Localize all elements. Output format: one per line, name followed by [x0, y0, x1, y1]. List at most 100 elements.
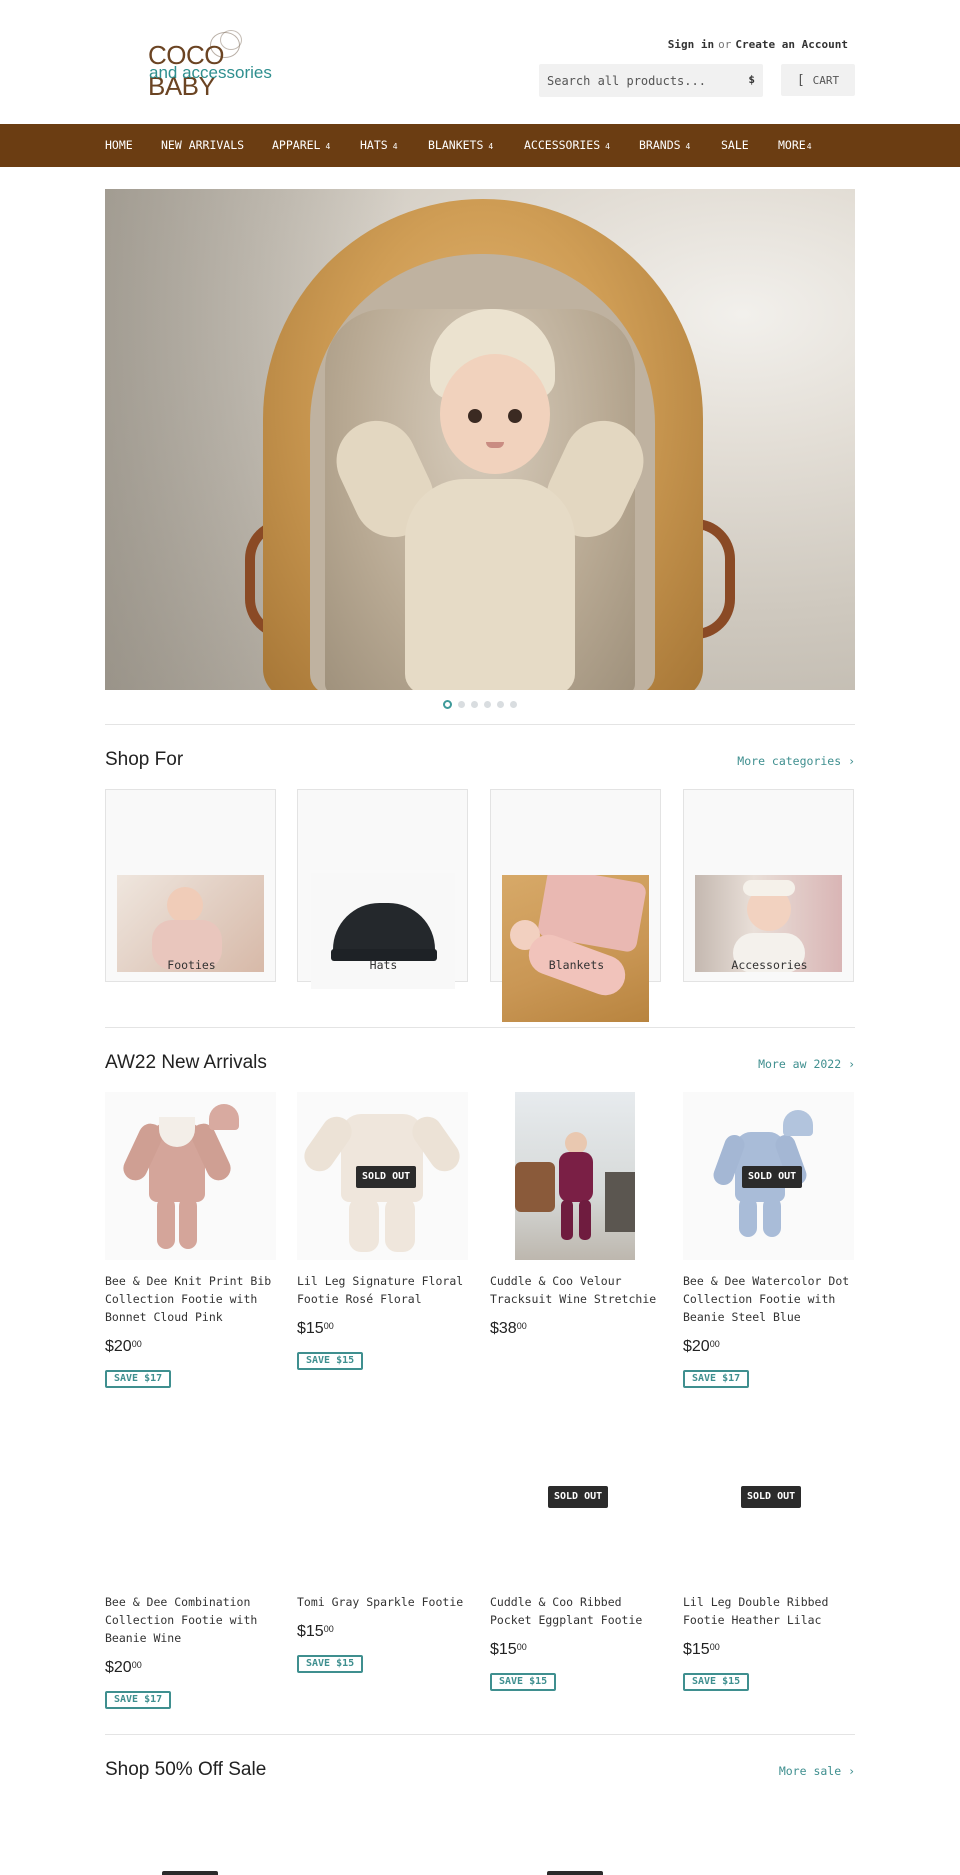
more-categories-link[interactable]: More categories ›: [737, 754, 855, 768]
product-title[interactable]: Bee & Dee Combination Collection Footie …: [105, 1593, 280, 1647]
save-badge: SAVE $17: [105, 1370, 172, 1388]
baby-body: [405, 479, 575, 690]
slideshow-pagination: [0, 700, 960, 710]
tracksuit-leg: [561, 1200, 573, 1240]
product-title[interactable]: Bee & Dee Watercolor Dot Collection Foot…: [683, 1272, 858, 1326]
more-sale-link[interactable]: More sale ›: [779, 1764, 855, 1778]
nav-item-home[interactable]: HOME: [105, 138, 133, 152]
product-price: $3800: [490, 1320, 527, 1337]
nav-item-blankets[interactable]: BLANKETS 4: [428, 138, 493, 152]
nav-item-more[interactable]: MORE4: [778, 138, 812, 152]
sale-title: Shop 50% Off Sale: [105, 1759, 267, 1780]
sold-out-badge-partial: [547, 1871, 603, 1875]
category-card-accessories[interactable]: Accessories: [683, 789, 854, 982]
category-image: [502, 875, 649, 1022]
account-links: Sign in or Create an Account: [668, 38, 848, 51]
nav-item-apparel[interactable]: APPAREL 4: [272, 138, 330, 152]
product-title[interactable]: Cuddle & Coo Velour Tracksuit Wine Stret…: [490, 1272, 665, 1308]
cart-icon: [: [796, 72, 805, 88]
product-price: $2000: [683, 1338, 720, 1355]
category-card-hats[interactable]: Hats: [297, 789, 468, 989]
category-label: Hats: [369, 958, 398, 972]
shop-for-title: Shop For: [105, 749, 184, 770]
save-badge: SAVE $15: [683, 1673, 750, 1691]
or-text: or: [718, 38, 732, 51]
divider: [105, 1734, 855, 1735]
product-title[interactable]: Lil Leg Double Ribbed Footie Heather Lil…: [683, 1593, 858, 1629]
product-title[interactable]: Bee & Dee Knit Print Bib Collection Foot…: [105, 1272, 280, 1326]
new-arrivals-title: AW22 New Arrivals: [105, 1052, 267, 1073]
nav-item-new-arrivals[interactable]: NEW ARRIVALS: [161, 138, 244, 152]
logo-sub-text: and accessories: [149, 63, 272, 82]
more-aw-2022-link[interactable]: More aw 2022 ›: [758, 1057, 855, 1071]
footie-leg: [349, 1197, 379, 1252]
hero-slideshow[interactable]: [105, 189, 855, 690]
sold-out-badge: SOLD OUT: [548, 1486, 609, 1508]
save-badge: SAVE $15: [297, 1352, 364, 1370]
tracksuit: [559, 1152, 593, 1202]
search-icon[interactable]: $: [748, 73, 755, 86]
footie-body: [341, 1114, 423, 1202]
baby-face: [440, 354, 550, 474]
nav-item-sale[interactable]: SALE: [721, 138, 749, 152]
bonnet: [209, 1104, 239, 1130]
product-title[interactable]: Cuddle & Coo Ribbed Pocket Eggplant Foot…: [490, 1593, 665, 1629]
slide-dot[interactable]: [484, 701, 491, 708]
product-price: $1500: [490, 1641, 527, 1658]
slide-dot[interactable]: [497, 701, 504, 708]
nav-item-hats[interactable]: HATS 4: [360, 138, 398, 152]
caret-down-icon: 4: [488, 142, 494, 151]
cart-label: CART: [812, 73, 840, 87]
product-price: $2000: [105, 1338, 142, 1355]
slide-dot[interactable]: [458, 701, 465, 708]
footie-leg: [179, 1197, 197, 1249]
black-beanie: [333, 903, 435, 955]
footie-leg: [739, 1197, 757, 1237]
baby-face: [167, 887, 203, 923]
product-price: $1500: [297, 1623, 334, 1640]
footie-leg: [763, 1197, 781, 1237]
photo-background: [515, 1092, 635, 1260]
product-image: [490, 1092, 661, 1260]
eye: [508, 409, 522, 423]
footie-leg: [157, 1197, 175, 1249]
sign-in-link[interactable]: Sign in: [668, 38, 714, 51]
cart-button[interactable]: [ CART: [781, 64, 855, 96]
slide-dot[interactable]: [510, 701, 517, 708]
nav-item-accessories[interactable]: ACCESSORIES 4: [524, 138, 610, 152]
category-label: Blankets: [548, 958, 605, 972]
caret-down-icon: 4: [685, 142, 691, 151]
divider: [105, 724, 855, 725]
save-badge: SAVE $17: [105, 1691, 172, 1709]
create-account-link[interactable]: Create an Account: [735, 38, 848, 51]
sold-out-badge: SOLD OUT: [356, 1166, 417, 1188]
product-image: [105, 1092, 276, 1260]
eye: [468, 409, 482, 423]
product-image: [297, 1413, 468, 1581]
caret-down-icon: 4: [392, 142, 398, 151]
product-title[interactable]: Lil Leg Signature Floral Footie Rosé Flo…: [297, 1272, 472, 1308]
caret-down-icon: 4: [325, 142, 331, 151]
beanie: [783, 1110, 813, 1136]
divider: [105, 1027, 855, 1028]
save-badge: SAVE $17: [683, 1370, 750, 1388]
category-card-footies[interactable]: Footies: [105, 789, 276, 982]
nav-item-brands[interactable]: BRANDS 4: [639, 138, 690, 152]
search-form: $: [539, 64, 763, 97]
site-header: COCO BABY and accessories Sign in or Creat…: [0, 0, 960, 124]
slide-dot[interactable]: [471, 701, 478, 708]
headband: [743, 880, 795, 896]
category-card-blankets[interactable]: Blankets: [490, 789, 661, 1022]
search-input[interactable]: [539, 64, 729, 97]
product-price: $2000: [105, 1659, 142, 1676]
caret-down-icon: 4: [806, 142, 812, 151]
site-logo[interactable]: COCO BABY and accessories: [148, 30, 298, 101]
product-title[interactable]: Tomi Gray Sparkle Footie: [297, 1593, 472, 1611]
product-price: $1500: [297, 1320, 334, 1337]
basket: [605, 1172, 635, 1232]
main-nav: HOME NEW ARRIVALS APPAREL 4 HATS 4 BLANKET…: [0, 124, 960, 167]
slide-dot-active[interactable]: [443, 700, 452, 709]
tracksuit-leg: [579, 1200, 591, 1240]
sold-out-badge: SOLD OUT: [742, 1166, 803, 1188]
caret-down-icon: 4: [605, 142, 610, 151]
